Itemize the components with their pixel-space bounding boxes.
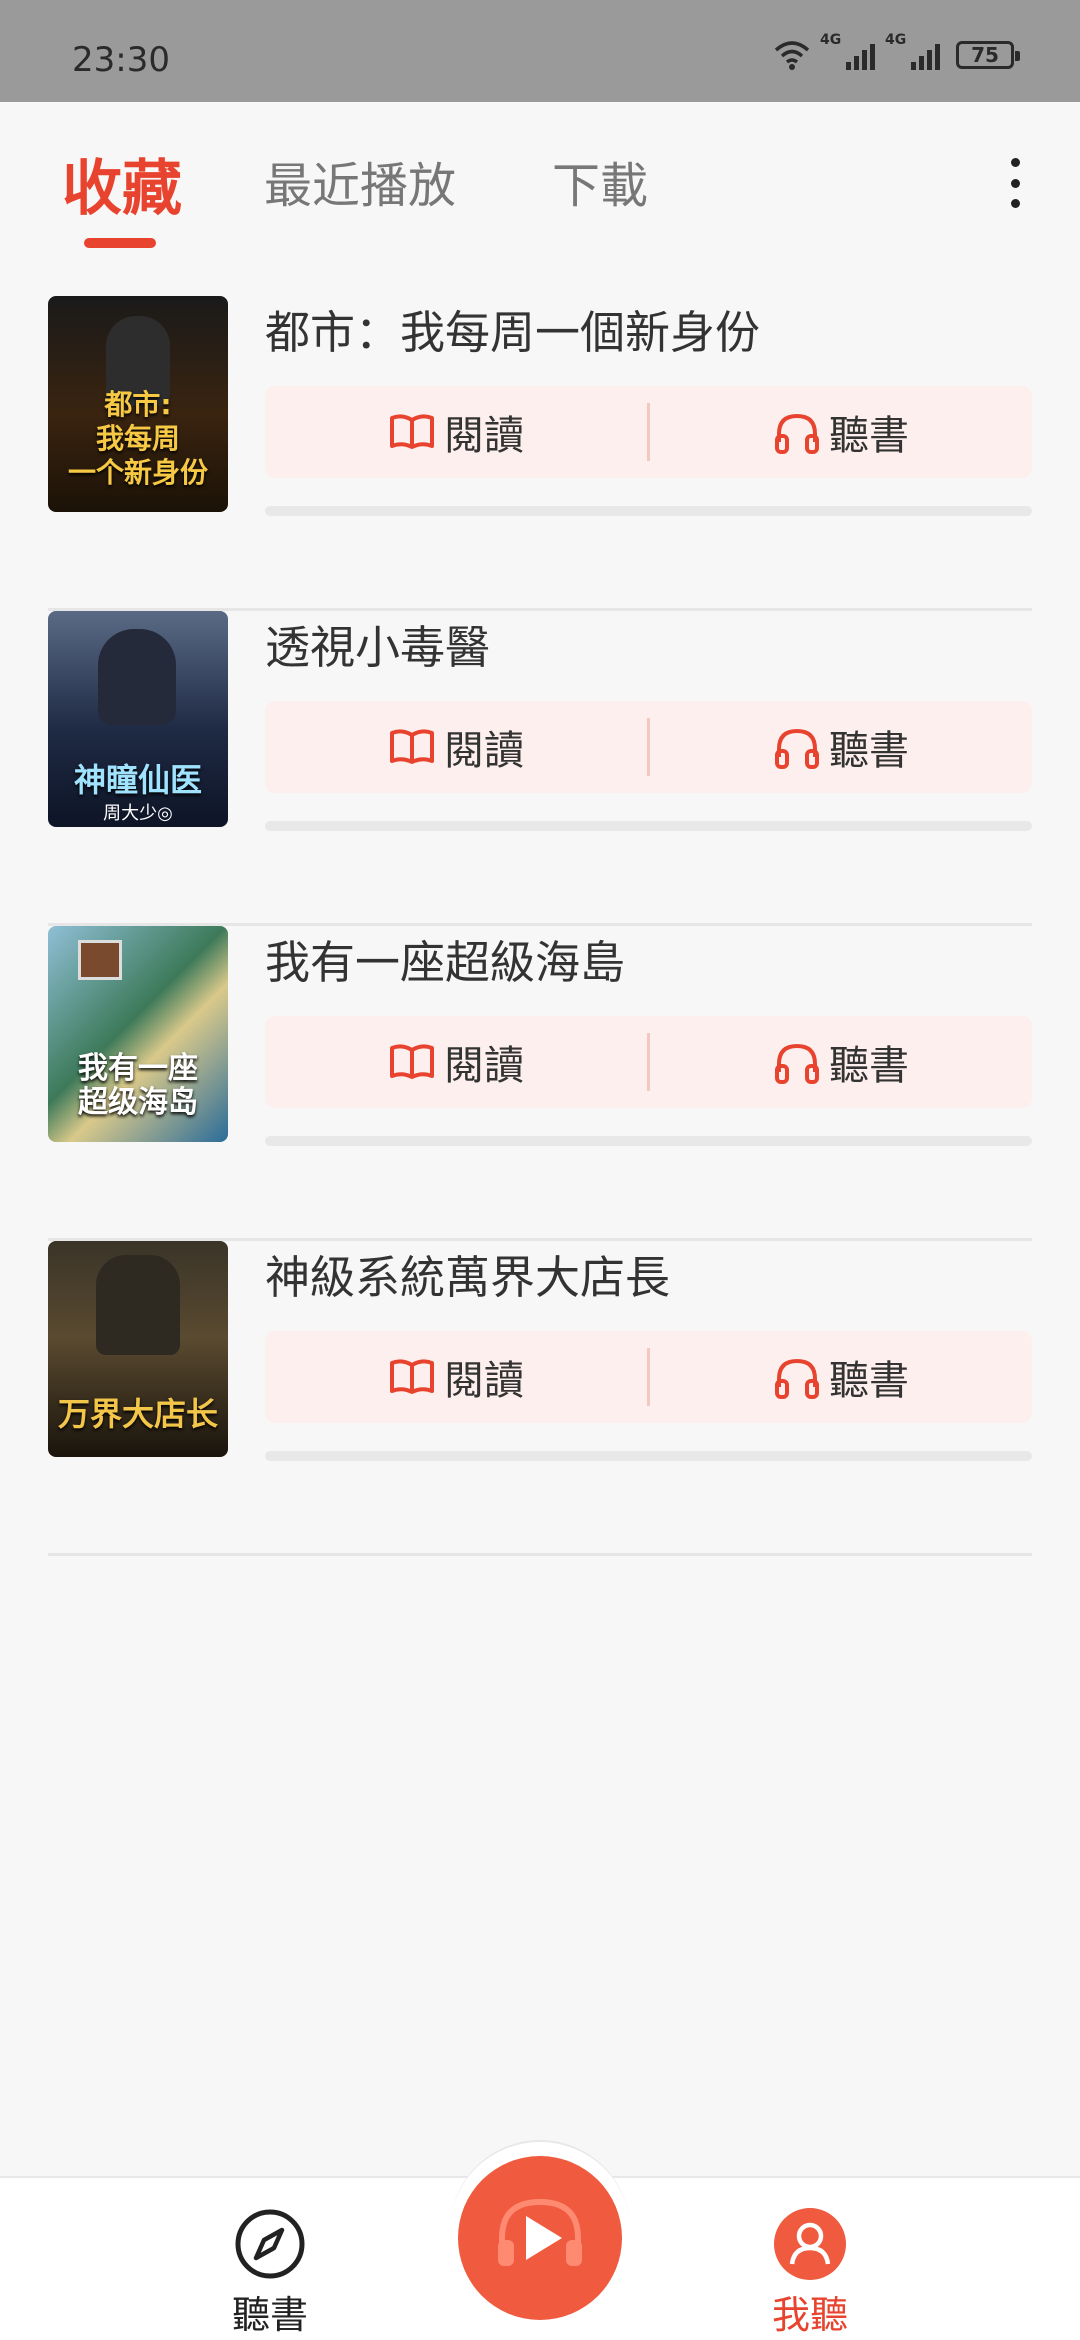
book-actions: 閱讀 聽書	[265, 1331, 1032, 1423]
read-label: 閱讀	[444, 1358, 524, 1404]
book-item[interactable]: 万界大店长 神級系統萬界大店長 閱讀 聽書	[48, 1241, 1032, 1556]
book-open-icon	[390, 1359, 434, 1394]
status-bar: 23:30 4G 4G 75	[0, 0, 1080, 102]
cellular-signal-icon-2: 4G	[885, 32, 940, 70]
read-button[interactable]: 閱讀	[265, 701, 647, 793]
book-title[interactable]: 透視小毒醫	[265, 611, 490, 676]
nav-listen-label: 聽書	[231, 2293, 308, 2337]
book-list: 都市: 我每周 一个新身份 都市：我每周一個新身份 閱讀 聽書 神瞳仙医 周大少…	[48, 296, 1032, 1556]
listen-label: 聽書	[829, 1043, 909, 1089]
reading-progress-bar	[265, 1136, 1032, 1146]
read-button[interactable]: 閱讀	[265, 1016, 647, 1108]
read-label: 閱讀	[444, 728, 524, 774]
headphones-icon	[775, 1043, 819, 1084]
cellular-signal-icon: 4G	[820, 32, 875, 70]
book-actions: 閱讀 聽書	[265, 1016, 1032, 1108]
book-cover[interactable]: 万界大店长	[48, 1241, 228, 1457]
listen-button[interactable]: 聽書	[650, 1016, 1032, 1108]
tab-download[interactable]: 下載	[552, 146, 648, 216]
read-button[interactable]: 閱讀	[265, 386, 647, 478]
player-play-button[interactable]	[458, 2156, 622, 2320]
book-cover[interactable]: 都市: 我每周 一个新身份	[48, 296, 228, 512]
reading-progress-bar	[265, 821, 1032, 831]
book-title[interactable]: 都市：我每周一個新身份	[265, 296, 760, 361]
compass-icon	[234, 2208, 306, 2280]
read-label: 閱讀	[444, 1043, 524, 1089]
reading-progress-bar	[265, 506, 1032, 516]
book-item[interactable]: 神瞳仙医 周大少◎ 透視小毒醫 閱讀 聽書	[48, 611, 1032, 926]
read-button[interactable]: 閱讀	[265, 1331, 647, 1423]
listen-label: 聽書	[829, 413, 909, 459]
nav-listen[interactable]: 聽書	[200, 2208, 340, 2339]
status-icons: 4G 4G 75	[774, 32, 1020, 70]
tab-active-indicator	[84, 238, 156, 248]
book-item[interactable]: 都市: 我每周 一个新身份 都市：我每周一個新身份 閱讀 聽書	[48, 296, 1032, 611]
listen-button[interactable]: 聽書	[650, 1331, 1032, 1423]
book-title[interactable]: 我有一座超級海島	[265, 926, 625, 991]
book-open-icon	[390, 414, 434, 449]
listen-label: 聽書	[829, 728, 909, 774]
nav-mine[interactable]: 我聽	[740, 2208, 880, 2339]
user-icon	[774, 2208, 846, 2280]
headphones-icon	[775, 1358, 819, 1399]
book-cover[interactable]: 我有一座 超级海岛	[48, 926, 228, 1142]
book-actions: 閱讀 聽書	[265, 701, 1032, 793]
headphones-icon	[775, 413, 819, 454]
play-icon	[498, 2198, 582, 2266]
book-actions: 閱讀 聽書	[265, 386, 1032, 478]
tab-favorites[interactable]: 收藏	[62, 140, 182, 227]
battery-icon: 75	[956, 41, 1020, 69]
more-menu-icon[interactable]	[1000, 158, 1030, 208]
book-open-icon	[390, 1044, 434, 1079]
listen-label: 聽書	[829, 1358, 909, 1404]
book-item[interactable]: 我有一座 超级海岛 我有一座超級海島 閱讀 聽書	[48, 926, 1032, 1241]
book-title[interactable]: 神級系統萬界大店長	[265, 1241, 670, 1306]
reading-progress-bar	[265, 1451, 1032, 1461]
listen-button[interactable]: 聽書	[650, 701, 1032, 793]
nav-mine-label: 我聽	[771, 2293, 848, 2337]
book-cover[interactable]: 神瞳仙医 周大少◎	[48, 611, 228, 827]
read-label: 閱讀	[444, 413, 524, 459]
top-tab-bar: 收藏 最近播放 下載	[0, 102, 1080, 262]
tab-recent[interactable]: 最近播放	[264, 146, 456, 216]
wifi-icon	[774, 41, 810, 70]
headphones-icon	[775, 728, 819, 769]
listen-button[interactable]: 聽書	[650, 386, 1032, 478]
status-time: 23:30	[72, 40, 170, 80]
book-open-icon	[390, 729, 434, 764]
